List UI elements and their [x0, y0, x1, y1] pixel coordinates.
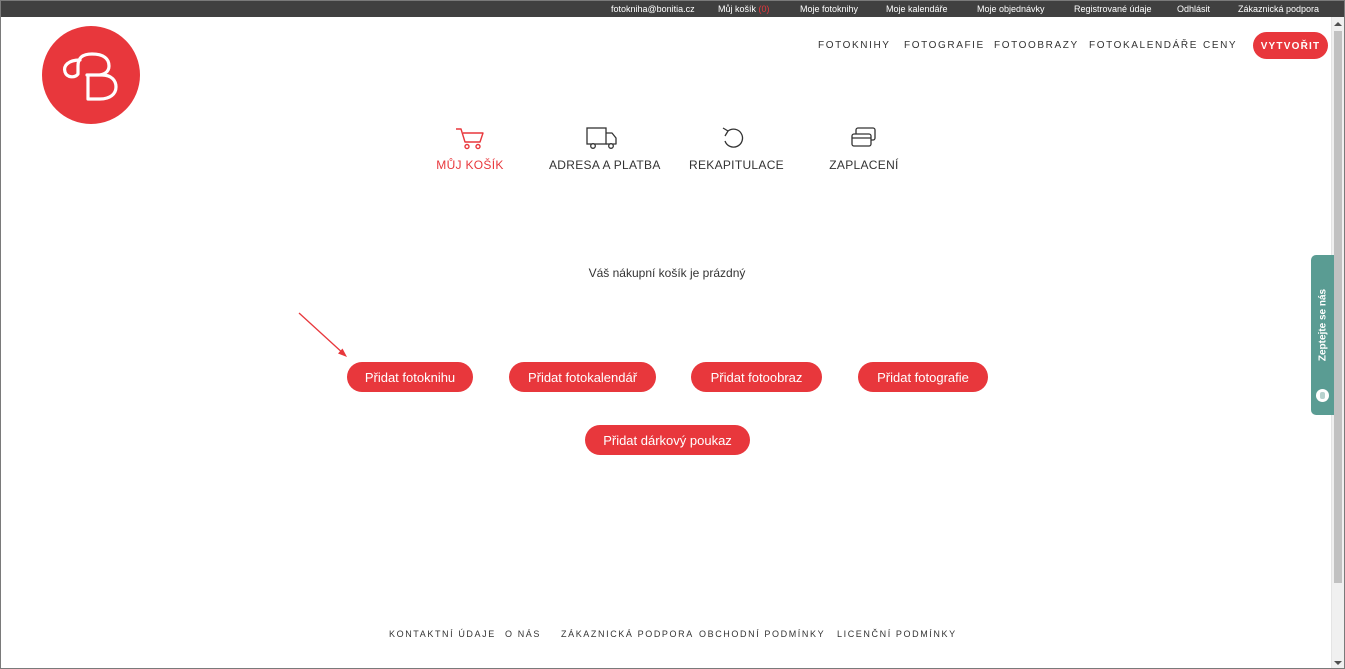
- browser-viewport: fotokniha@bonitia.cz Můj košík (0) Moje …: [0, 0, 1345, 669]
- annotation-arrow-icon: [298, 312, 347, 357]
- nav-photo-calendars[interactable]: FOTOKALENDÁŘE: [1089, 40, 1198, 51]
- brand-logo[interactable]: [42, 26, 140, 124]
- account-email-link[interactable]: fotokniha@bonitia.cz: [611, 3, 695, 15]
- add-photobook-button[interactable]: Přidat fotoknihu: [347, 362, 473, 392]
- ask-us-label: Zeptejte se nás: [1317, 288, 1328, 362]
- step-payment[interactable]: ZAPLACENÍ: [826, 125, 902, 172]
- registered-data-link[interactable]: Registrované údaje: [1074, 3, 1152, 15]
- step-label: ADRESA A PLATBA: [549, 158, 661, 172]
- step-address-payment[interactable]: ADRESA A PLATBA: [549, 125, 661, 172]
- empty-cart-message: Váš nákupní košík je prázdný: [588, 266, 746, 280]
- add-photos-button[interactable]: Přidat fotografie: [858, 362, 988, 392]
- add-calendar-button[interactable]: Přidat fotokalendář: [509, 362, 656, 392]
- my-photobooks-link[interactable]: Moje fotoknihy: [800, 3, 858, 15]
- footer-license-link[interactable]: LICENČNÍ PODMÍNKY: [837, 629, 957, 639]
- step-my-cart[interactable]: MŮJ KOŠÍK: [426, 125, 514, 172]
- step-label: ZAPLACENÍ: [829, 158, 899, 172]
- step-label: MŮJ KOŠÍK: [436, 158, 504, 172]
- ask-us-widget[interactable]: Zeptejte se nás: [1311, 255, 1334, 415]
- my-calendars-link[interactable]: Moje kalendáře: [886, 3, 948, 15]
- nav-photobooks[interactable]: FOTOKNIHY: [818, 40, 891, 51]
- nav-photo-pictures[interactable]: FOTOOBRAZY: [994, 40, 1079, 51]
- footer-support-link[interactable]: ZÁKAZNICKÁ PODPORA: [561, 629, 694, 639]
- nav-photos[interactable]: FOTOGRAFIE: [904, 40, 985, 51]
- cart-icon: [456, 128, 484, 150]
- logout-link[interactable]: Odhlásit: [1177, 3, 1210, 15]
- footer-about-link[interactable]: O NÁS: [505, 629, 541, 639]
- my-cart-label: Můj košík: [718, 4, 757, 14]
- footer-terms-link[interactable]: OBCHODNÍ PODMÍNKY: [699, 629, 825, 639]
- add-voucher-button[interactable]: Přidat dárkový poukaz: [585, 425, 750, 455]
- create-button[interactable]: VYTVOŘIT: [1253, 32, 1328, 59]
- chat-icon: [1316, 389, 1329, 402]
- add-picture-button[interactable]: Přidat fotoobraz: [691, 362, 822, 392]
- nav-prices[interactable]: CENY: [1203, 40, 1237, 51]
- account-bar: fotokniha@bonitia.cz Můj košík (0) Moje …: [1, 1, 1344, 17]
- footer-contact-link[interactable]: KONTAKTNÍ ÚDAJE: [389, 629, 496, 639]
- scroll-thumb[interactable]: [1334, 31, 1342, 583]
- scroll-up-icon[interactable]: [1334, 22, 1342, 26]
- truck-icon: [586, 127, 617, 149]
- refresh-icon: [722, 127, 744, 148]
- step-label: REKAPITULACE: [689, 158, 784, 172]
- support-link[interactable]: Zákaznická podpora: [1238, 3, 1319, 15]
- my-cart-link[interactable]: Můj košík (0): [718, 3, 770, 15]
- brand-b-icon: [62, 52, 118, 101]
- cart-count-badge: (0): [758, 4, 770, 14]
- my-orders-link[interactable]: Moje objednávky: [977, 3, 1045, 15]
- scroll-down-icon[interactable]: [1334, 661, 1342, 665]
- payment-cards-icon: [851, 127, 876, 147]
- step-summary[interactable]: REKAPITULACE: [689, 125, 784, 172]
